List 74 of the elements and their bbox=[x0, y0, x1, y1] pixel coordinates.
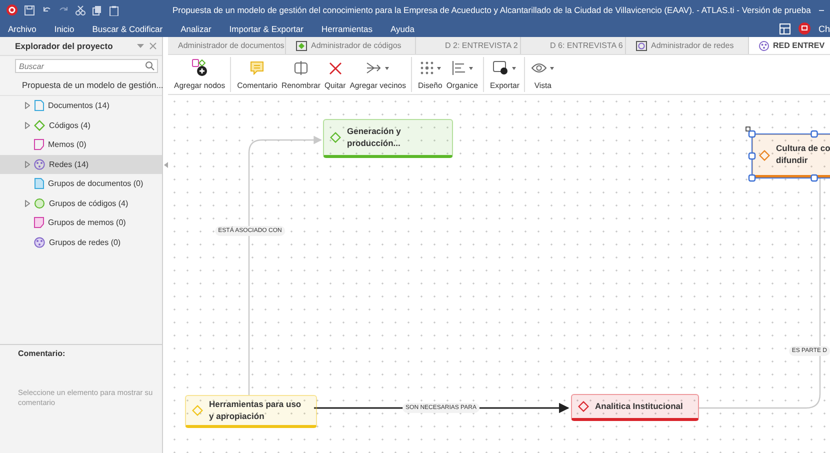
search-icon bbox=[145, 61, 155, 71]
document-icon bbox=[34, 100, 44, 112]
diamond-icon bbox=[330, 132, 341, 143]
tree-item[interactable]: Grupos de códigos (4) bbox=[0, 194, 162, 213]
dropdown-icon bbox=[436, 66, 441, 70]
add-nodes-icon bbox=[192, 59, 208, 77]
network-icon bbox=[34, 236, 45, 248]
align-icon bbox=[452, 61, 466, 75]
collapse-arrow-icon[interactable] bbox=[164, 162, 168, 168]
expand-arrow-icon[interactable] bbox=[25, 200, 30, 207]
pin-dropdown-icon[interactable] bbox=[137, 44, 144, 48]
menu-item[interactable]: Archivo bbox=[4, 24, 46, 34]
window-layout-icon[interactable] bbox=[779, 22, 792, 34]
code-node[interactable]: Cultura de co difundir bbox=[752, 134, 830, 178]
diamond-icon bbox=[34, 120, 45, 131]
memo-icon bbox=[34, 217, 44, 228]
tab[interactable]: RED ENTREV bbox=[749, 37, 830, 54]
comment-icon bbox=[250, 61, 264, 75]
networks-icon bbox=[636, 40, 647, 50]
search-field[interactable]: Buscar bbox=[15, 59, 158, 73]
paste-icon[interactable] bbox=[109, 4, 120, 16]
dropdown-icon bbox=[385, 66, 390, 70]
tab[interactable]: D 6: ENTREVISTA 6 bbox=[521, 37, 626, 54]
close-icon[interactable] bbox=[149, 42, 157, 50]
expand-arrow-icon[interactable] bbox=[25, 102, 30, 110]
menu-item[interactable]: Analizar bbox=[172, 24, 220, 34]
export-icon bbox=[493, 61, 510, 75]
panel-title: Explorador del proyecto bbox=[15, 41, 114, 51]
dropdown-icon bbox=[512, 66, 516, 70]
tab[interactable]: D 2: ENTREVISTA 2 bbox=[416, 37, 521, 54]
neighbors-icon bbox=[366, 62, 382, 74]
menu-item[interactable]: Inicio bbox=[45, 24, 84, 34]
menu-item[interactable]: Importar & Exportar bbox=[220, 24, 312, 34]
tree-item[interactable]: Códigos (4) bbox=[0, 116, 162, 135]
tree-item[interactable]: Propuesta de un modelo de gestión... bbox=[0, 76, 162, 96]
app-logo-icon bbox=[6, 4, 18, 16]
tree-item[interactable]: Memos (0) bbox=[0, 135, 162, 154]
code-node[interactable]: Generación y producción... bbox=[323, 119, 453, 158]
tab[interactable]: Administrador de códigos bbox=[286, 37, 416, 54]
diamond-icon bbox=[578, 401, 589, 412]
circle-icon bbox=[34, 198, 45, 209]
tree-item[interactable]: Grupos de redes (0) bbox=[0, 232, 162, 252]
tree-item[interactable]: Documentos (14) bbox=[0, 96, 162, 116]
tab[interactable]: Administrador de documentos bbox=[168, 37, 286, 54]
selection-handles[interactable] bbox=[744, 126, 830, 182]
comment-heading: Comentario: bbox=[18, 349, 66, 358]
dropdown-icon bbox=[550, 66, 554, 70]
diamond-icon bbox=[192, 405, 203, 416]
menu-item[interactable]: Ayuda bbox=[382, 24, 424, 34]
eye-icon bbox=[531, 62, 548, 74]
tree-item[interactable]: Grupos de memos (0) bbox=[0, 213, 162, 232]
cut-icon[interactable] bbox=[75, 4, 86, 16]
layout-icon bbox=[420, 61, 434, 75]
code-node[interactable]: Herramientas para uso y apropiación bbox=[185, 395, 317, 428]
network-icon bbox=[759, 40, 769, 50]
tree-item[interactable]: Redes (14) bbox=[0, 154, 162, 174]
network-icon bbox=[34, 158, 45, 170]
menu-item[interactable]: Buscar & Codificar bbox=[83, 24, 172, 34]
remove-icon bbox=[328, 62, 342, 74]
copy-icon[interactable] bbox=[92, 4, 103, 16]
code-node[interactable]: Analitica Institucional bbox=[571, 394, 699, 421]
menu-item[interactable]: Herramientas bbox=[312, 24, 382, 34]
codes-icon bbox=[296, 40, 307, 50]
window-title: Propuesta de un modelo de gestión del conocimiento para la Empresa de Acueducto y Alcantarillado de la Ciudad de Villavicencio (EAAV). - ATLAS.ti - Versión de prueba bbox=[172, 5, 811, 15]
expand-arrow-icon[interactable] bbox=[25, 160, 30, 168]
rename-icon bbox=[294, 61, 308, 75]
save-icon[interactable] bbox=[24, 4, 35, 16]
document-icon bbox=[34, 178, 44, 190]
memo-icon bbox=[34, 139, 44, 150]
tree-item[interactable]: Grupos de documentos (0) bbox=[0, 174, 162, 194]
diamond-icon bbox=[759, 150, 770, 160]
dropdown-icon bbox=[468, 66, 473, 70]
expand-arrow-icon[interactable] bbox=[25, 122, 30, 129]
user-label[interactable]: Ch bbox=[818, 24, 830, 34]
